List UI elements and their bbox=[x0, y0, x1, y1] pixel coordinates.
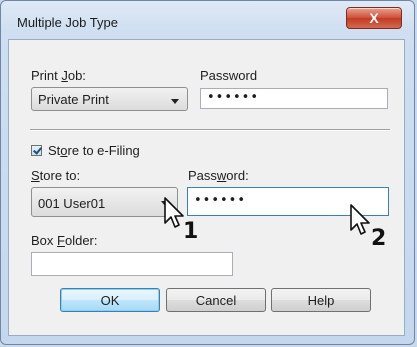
print-job-value: Private Print bbox=[38, 92, 109, 107]
help-button[interactable]: Help bbox=[271, 288, 371, 312]
store-to-efiling-checkbox[interactable] bbox=[31, 145, 42, 156]
close-icon: X bbox=[369, 10, 379, 26]
window-title: Multiple Job Type bbox=[17, 15, 118, 30]
store-to-efiling-label: Store to e-Filing bbox=[48, 143, 140, 158]
cancel-button[interactable]: Cancel bbox=[166, 288, 266, 312]
close-button[interactable]: X bbox=[346, 7, 402, 29]
callout-marker-1: 1 bbox=[183, 219, 199, 244]
separator bbox=[30, 129, 390, 131]
mouse-pointer-icon bbox=[164, 197, 184, 228]
password-label: Password bbox=[200, 68, 258, 83]
store-to-value: 001 User01 bbox=[38, 196, 106, 211]
password-label-2: Password: bbox=[188, 168, 249, 183]
password-value-2: •••••• bbox=[194, 193, 247, 208]
print-job-select[interactable]: Private Print bbox=[31, 87, 188, 111]
box-folder-label: Box Folder: bbox=[31, 233, 98, 248]
password-value: •••••• bbox=[207, 90, 260, 105]
callout-marker-2: 2 bbox=[371, 226, 387, 251]
box-folder-field[interactable] bbox=[31, 252, 233, 276]
store-to-label: Store to: bbox=[31, 168, 81, 183]
chevron-down-icon bbox=[171, 99, 179, 104]
mouse-pointer-icon bbox=[350, 204, 370, 235]
print-job-label: Print Job: bbox=[31, 68, 86, 83]
store-to-select[interactable]: 001 User01 bbox=[31, 187, 178, 217]
password-field[interactable]: •••••• bbox=[200, 88, 388, 109]
ok-button[interactable]: OK bbox=[60, 288, 160, 312]
